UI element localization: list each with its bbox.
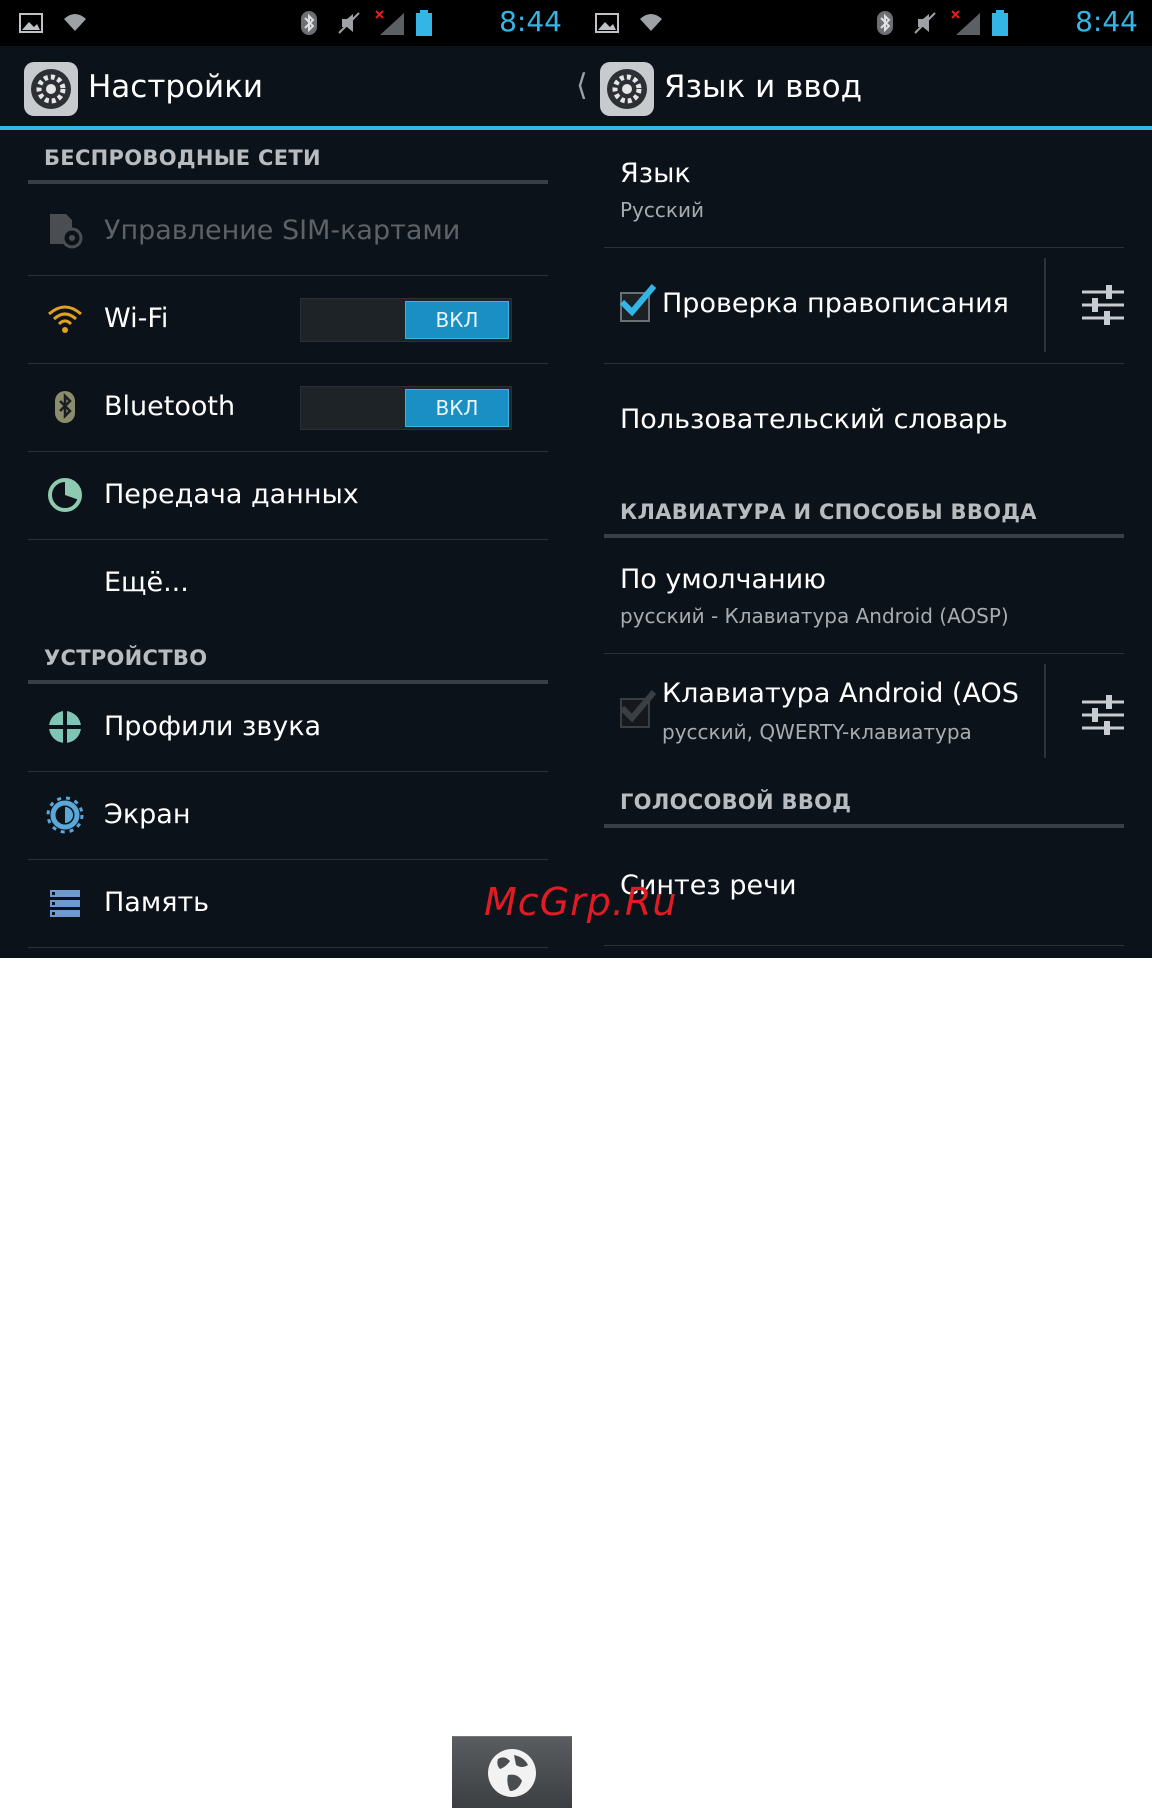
settings-item-label: Bluetooth <box>104 391 236 422</box>
section-header-device: УСТРОЙСТВО <box>28 634 548 684</box>
settings-item-data-usage[interactable]: Передача данных <box>28 452 548 540</box>
settings-app-icon[interactable] <box>598 60 656 118</box>
pref-summary: русский - Клавиатура Android (AOSP) <box>620 604 1009 628</box>
language-switch-key[interactable] <box>452 1736 572 1808</box>
settings-item-label: Ещё... <box>104 567 189 598</box>
page-title: Язык и ввод <box>664 69 863 105</box>
pref-user-dictionary[interactable]: Пользовательский словарь <box>604 364 1124 478</box>
android-keyboard-checkbox[interactable] <box>619 690 656 728</box>
language-input-screen: 8:44 ⟨ Язык и ввод Язык Русский Проверка… <box>576 0 1152 958</box>
pref-summary: русский, QWERTY-клавиатура <box>662 720 972 744</box>
section-header-wireless: БЕСПРОВОДНЫЕ СЕТИ <box>28 134 548 184</box>
screenshot-pair: 8:44 Настройки БЕСПРОВОДНЫЕ СЕТИ Управле… <box>0 0 1152 958</box>
action-bar: Настройки <box>0 46 576 130</box>
pref-title: Язык <box>620 158 691 189</box>
gallery-notification-icon <box>595 13 619 33</box>
pref-text-to-speech[interactable]: Синтез речи <box>604 828 1124 946</box>
settings-sliders-icon[interactable] <box>1080 692 1126 738</box>
battery-status-icon <box>416 10 432 36</box>
section-label: КЛАВИАТУРА И СПОСОБЫ ВВОДА <box>620 500 1037 524</box>
divider <box>1044 258 1046 352</box>
pref-summary: Русский <box>620 198 704 222</box>
pref-default-keyboard[interactable]: По умолчанию русский - Клавиатура Androi… <box>604 538 1124 654</box>
settings-item-label: Экран <box>104 799 191 830</box>
section-label: ГОЛОСОВОЙ ВВОД <box>620 790 852 814</box>
settings-item-sim: Управление SIM-картами <box>28 188 548 276</box>
gallery-notification-icon <box>19 13 43 33</box>
section-label: БЕСПРОВОДНЫЕ СЕТИ <box>44 146 321 170</box>
pref-title-clip: Клавиатура Android (AOS <box>662 678 1038 718</box>
wifi-notification-icon <box>640 14 662 31</box>
storage-icon <box>50 890 80 917</box>
pref-title: Проверка правописания <box>662 288 1009 319</box>
display-brightness-icon <box>46 796 84 834</box>
battery-status-icon <box>992 10 1008 36</box>
signal-no-service-icon <box>375 10 404 35</box>
settings-item-label: Wi-Fi <box>104 303 169 334</box>
settings-item-label: Память <box>104 887 210 918</box>
settings-item-wifi[interactable]: Wi-Fi ВКЛ <box>28 276 548 364</box>
action-bar: ⟨ Язык и ввод <box>576 46 1152 130</box>
settings-screen: 8:44 Настройки БЕСПРОВОДНЫЕ СЕТИ Управле… <box>0 0 576 958</box>
checkmark-icon <box>619 284 656 317</box>
settings-item-storage[interactable]: Память <box>28 860 548 948</box>
settings-item-more[interactable]: Ещё... <box>28 540 548 628</box>
data-usage-icon <box>48 478 82 512</box>
toggle-on-label: ВКЛ <box>405 301 509 339</box>
pref-title: Клавиатура Android (AOS <box>662 678 1019 709</box>
pref-title: Пользовательский словарь <box>620 404 1008 435</box>
bluetooth-status-icon <box>301 11 317 35</box>
wifi-toggle[interactable]: ВКЛ <box>300 298 512 342</box>
sim-card-icon <box>50 214 83 249</box>
page-title: Настройки <box>88 69 264 105</box>
bluetooth-toggle[interactable]: ВКЛ <box>300 386 512 430</box>
settings-item-label: Управление SIM-картами <box>104 215 461 246</box>
settings-item-bluetooth[interactable]: Bluetooth ВКЛ <box>28 364 548 452</box>
section-header-voice: ГОЛОСОВОЙ ВВОД <box>604 778 1124 828</box>
status-bar: 8:44 <box>0 0 576 46</box>
checkmark-icon <box>619 690 656 723</box>
pref-language[interactable]: Язык Русский <box>604 134 1124 248</box>
section-label: УСТРОЙСТВО <box>44 646 208 670</box>
status-time: 8:44 <box>499 5 562 38</box>
mute-status-icon <box>914 12 936 34</box>
settings-item-label: Профили звука <box>104 711 322 742</box>
settings-app-icon[interactable] <box>22 60 80 118</box>
back-chevron-icon[interactable]: ⟨ <box>576 68 588 103</box>
pref-spellcheck[interactable]: Проверка правописания <box>604 248 1124 364</box>
settings-item-label: Передача данных <box>104 479 359 510</box>
bluetooth-status-icon <box>877 11 893 35</box>
wifi-notification-icon <box>64 14 86 31</box>
status-time: 8:44 <box>1075 5 1138 38</box>
section-header-keyboard: КЛАВИАТУРА И СПОСОБЫ ВВОДА <box>604 488 1124 538</box>
divider <box>1044 664 1046 758</box>
globe-icon <box>488 1749 536 1797</box>
pref-title: По умолчанию <box>620 564 826 595</box>
pref-android-keyboard[interactable]: Клавиатура Android (AOS русский, QWERTY-… <box>604 654 1124 772</box>
sound-profiles-icon <box>48 710 82 744</box>
settings-item-sound-profiles[interactable]: Профили звука <box>28 684 548 772</box>
toggle-on-label: ВКЛ <box>405 389 509 427</box>
signal-no-service-icon <box>951 10 980 35</box>
settings-item-display[interactable]: Экран <box>28 772 548 860</box>
wifi-icon <box>48 305 82 333</box>
watermark: McGrp.Ru <box>484 880 678 924</box>
mute-status-icon <box>338 12 360 34</box>
bluetooth-icon <box>55 391 75 423</box>
spellcheck-checkbox[interactable] <box>619 284 656 322</box>
settings-sliders-icon[interactable] <box>1080 282 1126 328</box>
status-bar: 8:44 <box>576 0 1152 46</box>
